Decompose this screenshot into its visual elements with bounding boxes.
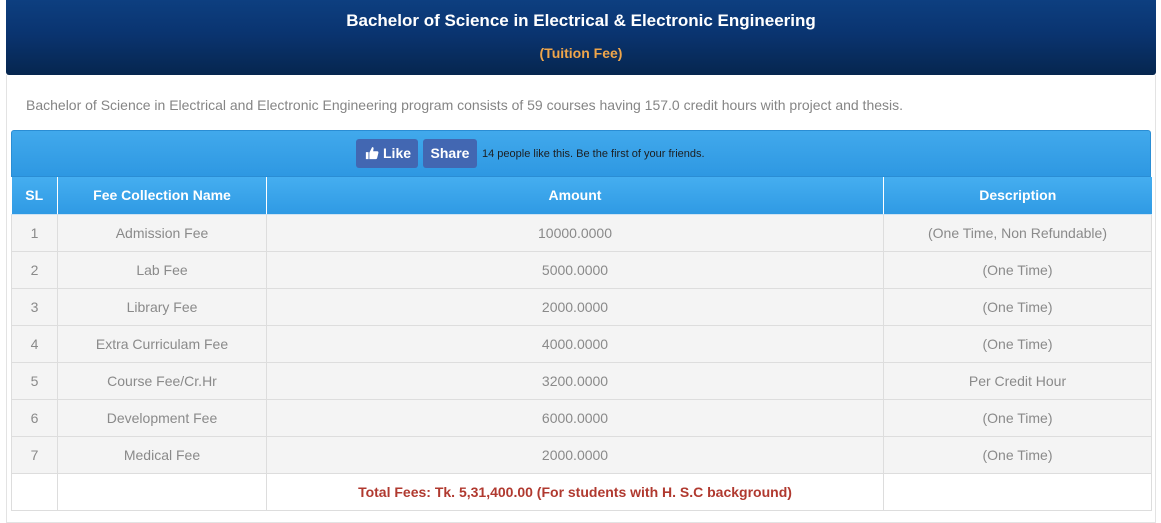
cell-description: Per Credit Hour: [883, 361, 1152, 400]
cell-sl: 4: [11, 324, 58, 363]
cell-sl: 6: [11, 398, 58, 437]
cell-description: (One Time): [883, 398, 1152, 437]
facebook-like-button[interactable]: Like: [356, 139, 418, 168]
table-row: 7 Medical Fee 2000.0000 (One Time): [11, 435, 1152, 474]
cell-amount: 2000.0000: [266, 287, 884, 326]
thumbs-up-icon: [365, 147, 379, 160]
cell-fee-name: Library Fee: [57, 287, 267, 326]
cell-fee-name: Medical Fee: [57, 435, 267, 474]
cell-sl: 5: [11, 361, 58, 400]
cell-amount: 6000.0000: [266, 398, 884, 437]
cell-fee-name: Extra Curriculam Fee: [57, 324, 267, 363]
total-empty-cell: [57, 472, 267, 511]
cell-fee-name: Course Fee/Cr.Hr: [57, 361, 267, 400]
cell-description: (One Time): [883, 287, 1152, 326]
fee-table: SL Fee Collection Name Amount Descriptio…: [11, 177, 1152, 511]
table-row: 3 Library Fee 2000.0000 (One Time): [11, 287, 1152, 326]
table-header-row: SL Fee Collection Name Amount Descriptio…: [11, 177, 1152, 215]
cell-amount: 10000.0000: [266, 213, 884, 252]
cell-description: (One Time): [883, 435, 1152, 474]
column-header-sl: SL: [11, 177, 58, 215]
column-header-amount: Amount: [266, 177, 884, 215]
facebook-social-text: 14 people like this. Be the first of you…: [482, 148, 705, 160]
total-fees-text: Total Fees: Tk. 5,31,400.00 (For student…: [358, 483, 792, 500]
cell-sl: 2: [11, 250, 58, 289]
table-row: 6 Development Fee 6000.0000 (One Time): [11, 398, 1152, 437]
cell-sl: 3: [11, 287, 58, 326]
column-header-description: Description: [883, 177, 1152, 215]
cell-amount: 2000.0000: [266, 435, 884, 474]
cell-fee-name: Admission Fee: [57, 213, 267, 252]
cell-description: (One Time): [883, 324, 1152, 363]
total-row: Total Fees: Tk. 5,31,400.00 (For student…: [11, 472, 1152, 511]
cell-amount: 5000.0000: [266, 250, 884, 289]
cell-description: (One Time, Non Refundable): [883, 213, 1152, 252]
page-subtitle: (Tuition Fee): [539, 45, 623, 61]
cell-sl: 1: [11, 213, 58, 252]
facebook-like-bar: Like Share 14 people like this. Be the f…: [11, 130, 1151, 177]
page-title: Bachelor of Science in Electrical & Elec…: [346, 11, 816, 30]
page-header: Bachelor of Science in Electrical & Elec…: [6, 0, 1156, 75]
total-empty-cell: [883, 472, 1152, 511]
cell-fee-name: Development Fee: [57, 398, 267, 437]
cell-amount: 3200.0000: [266, 361, 884, 400]
total-fees-cell: Total Fees: Tk. 5,31,400.00 (For student…: [266, 472, 884, 511]
facebook-share-button[interactable]: Share: [423, 139, 477, 168]
total-empty-cell: [11, 472, 58, 511]
table-row: 1 Admission Fee 10000.0000 (One Time, No…: [11, 213, 1152, 252]
table-row: 2 Lab Fee 5000.0000 (One Time): [11, 250, 1152, 289]
cell-fee-name: Lab Fee: [57, 250, 267, 289]
column-header-fee-name: Fee Collection Name: [57, 177, 267, 215]
cell-description: (One Time): [883, 250, 1152, 289]
table-row: 5 Course Fee/Cr.Hr 3200.0000 Per Credit …: [11, 361, 1152, 400]
cell-amount: 4000.0000: [266, 324, 884, 363]
program-intro: Bachelor of Science in Electrical and El…: [26, 97, 904, 113]
like-label: Like: [383, 145, 412, 161]
table-row: 4 Extra Curriculam Fee 4000.0000 (One Ti…: [11, 324, 1152, 363]
cell-sl: 7: [11, 435, 58, 474]
